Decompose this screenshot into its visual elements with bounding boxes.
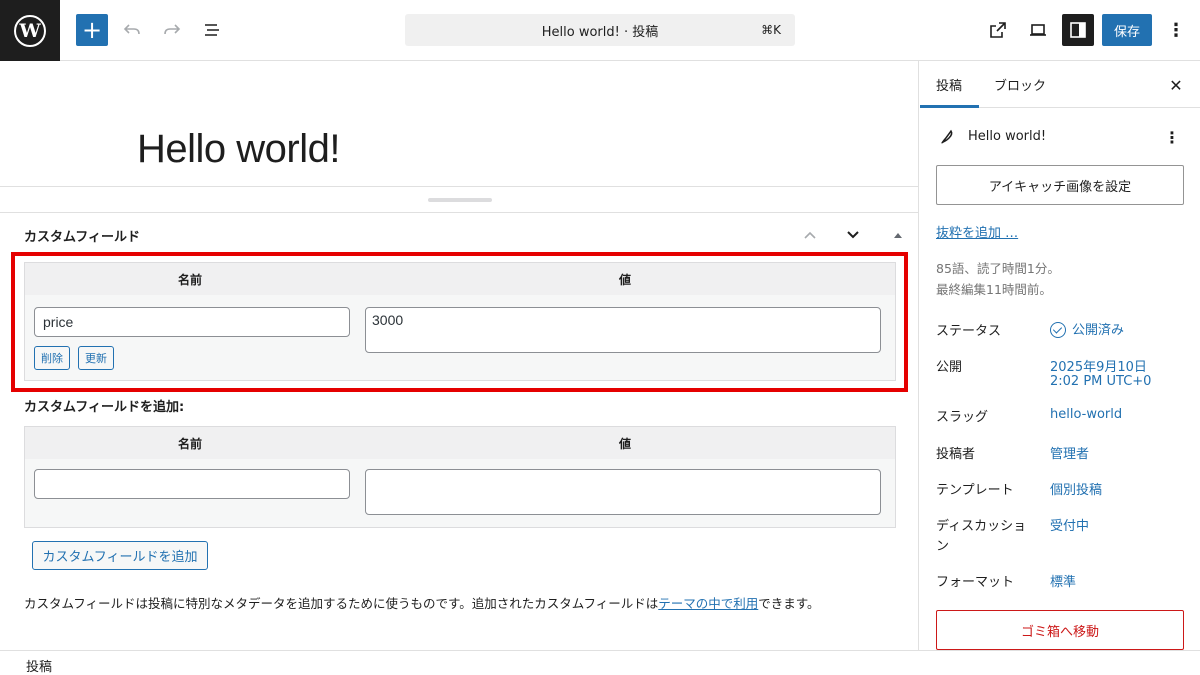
new-meta-key-input[interactable] bbox=[34, 469, 350, 499]
redo-icon bbox=[164, 24, 181, 35]
external-link-icon bbox=[990, 22, 1006, 38]
publish-time-value[interactable]: 2:02 PM UTC+0 bbox=[1050, 374, 1151, 389]
highlight-annotation-box bbox=[11, 252, 908, 392]
options-menu-button[interactable]: ⋮ bbox=[1160, 14, 1192, 46]
status-text: 公開済み bbox=[1072, 323, 1125, 338]
preview-button[interactable] bbox=[1022, 14, 1054, 46]
more-vertical-icon: ⋮ bbox=[1167, 19, 1185, 41]
sidebar-post-title: Hello world! bbox=[968, 129, 1047, 144]
format-label: フォーマット bbox=[936, 575, 1015, 590]
tab-post[interactable]: 投稿 bbox=[936, 75, 962, 94]
settings-sidebar-toggle[interactable] bbox=[1062, 14, 1094, 46]
author-value[interactable]: 管理者 bbox=[1050, 443, 1089, 462]
wordpress-logo-button[interactable]: W bbox=[0, 0, 60, 61]
table-header-row: 名前 値 bbox=[25, 427, 895, 459]
sidebar-tabs: 投稿 ブロック ✕ bbox=[920, 61, 1200, 108]
move-to-trash-button[interactable]: ゴミ箱へ移動 bbox=[936, 610, 1184, 650]
more-vertical-icon: ⋮ bbox=[1164, 127, 1180, 147]
set-featured-image-button[interactable]: アイキャッチ画像を設定 bbox=[936, 165, 1184, 205]
discussion-label: ディスカッショ bbox=[936, 519, 1027, 534]
undo-button[interactable] bbox=[116, 14, 148, 46]
divider bbox=[0, 186, 919, 187]
post-actions-button[interactable]: ⋮ bbox=[1160, 125, 1184, 149]
column-header-name: 名前 bbox=[178, 437, 203, 451]
theme-usage-link[interactable]: テーマの中で利用 bbox=[658, 596, 758, 611]
new-custom-field-table: 名前 値 bbox=[24, 426, 896, 528]
editor-canvas: Hello world! カスタムフィールド 名前 値 price 3000 削… bbox=[0, 61, 919, 650]
add-excerpt-link[interactable]: 抜粋を追加 … bbox=[936, 222, 1018, 241]
status-value[interactable]: 公開済み bbox=[1050, 319, 1124, 339]
meta-box-resize-handle[interactable] bbox=[428, 198, 492, 202]
custom-fields-description: カスタムフィールドは投稿に特別なメタデータを追加するために使うものです。追加され… bbox=[24, 593, 820, 612]
shortcut-hint: ⌘K bbox=[761, 23, 781, 37]
last-edited-info: 最終編集11時間前。 bbox=[936, 282, 1052, 297]
published-check-icon bbox=[1050, 321, 1066, 338]
sidebar-icon bbox=[1070, 22, 1086, 38]
post-title[interactable]: Hello world! bbox=[137, 127, 340, 172]
toggle-panel-button[interactable] bbox=[886, 223, 910, 247]
triangle-up-icon bbox=[894, 233, 902, 238]
close-icon: ✕ bbox=[1169, 75, 1183, 95]
template-value[interactable]: 個別投稿 bbox=[1050, 479, 1102, 498]
add-custom-field-button[interactable]: カスタムフィールドを追加 bbox=[32, 541, 208, 570]
redo-button[interactable] bbox=[156, 14, 188, 46]
move-up-button[interactable] bbox=[798, 223, 822, 247]
description-text: できます。 bbox=[758, 596, 820, 611]
close-sidebar-button[interactable]: ✕ bbox=[1164, 73, 1188, 97]
view-post-button[interactable] bbox=[982, 14, 1014, 46]
author-label: 投稿者 bbox=[936, 447, 976, 462]
active-tab-indicator bbox=[920, 105, 979, 108]
undo-icon bbox=[123, 24, 140, 35]
publish-date-value[interactable]: 2025年9月10日 bbox=[1050, 356, 1147, 375]
tab-block[interactable]: ブロック bbox=[994, 75, 1046, 94]
list-view-icon bbox=[205, 24, 219, 36]
plus-icon: + bbox=[81, 16, 103, 44]
publish-label: 公開 bbox=[936, 360, 963, 375]
word-count-info: 85語、読了時間1分。 bbox=[936, 261, 1060, 276]
save-button[interactable]: 保存 bbox=[1102, 14, 1152, 46]
move-down-button[interactable] bbox=[841, 223, 865, 247]
wordpress-icon: W bbox=[14, 14, 46, 47]
column-header-value: 値 bbox=[619, 437, 632, 451]
custom-fields-heading: カスタムフィールド bbox=[24, 230, 140, 245]
feather-icon bbox=[941, 129, 953, 144]
post-icon bbox=[936, 125, 958, 147]
template-label: テンプレート bbox=[936, 483, 1014, 498]
slug-label: スラッグ bbox=[936, 410, 989, 425]
document-title: Hello world! · 投稿 bbox=[541, 24, 659, 40]
status-label: ステータス bbox=[936, 324, 1002, 339]
discussion-value[interactable]: 受付中 bbox=[1050, 515, 1089, 534]
editor-footer: 投稿 bbox=[0, 650, 1200, 675]
desktop-icon bbox=[1030, 24, 1046, 36]
document-overview-button[interactable] bbox=[196, 14, 228, 46]
divider bbox=[0, 212, 919, 213]
chevron-up-icon bbox=[804, 231, 816, 239]
command-palette-bar[interactable]: Hello world! · 投稿 ⌘K bbox=[405, 14, 795, 46]
block-inserter-button[interactable]: + bbox=[76, 14, 108, 46]
add-custom-field-heading: カスタムフィールドを追加: bbox=[24, 400, 185, 415]
breadcrumb[interactable]: 投稿 bbox=[26, 656, 52, 675]
description-text: カスタムフィールドは投稿に特別なメタデータを追加するために使うものです。追加され… bbox=[24, 596, 659, 611]
new-meta-value-textarea[interactable] bbox=[365, 469, 881, 515]
format-value[interactable]: 標準 bbox=[1050, 571, 1076, 590]
slug-value[interactable]: hello-world bbox=[1050, 407, 1122, 422]
settings-sidebar: 投稿 ブロック ✕ Hello world! ⋮ アイキャッチ画像を設定 抜粋を… bbox=[920, 61, 1200, 650]
editor-top-bar: W + Hello world! · 投稿 ⌘K 保存 ⋮ bbox=[0, 0, 1200, 61]
discussion-label-wrap: ン bbox=[936, 539, 950, 554]
chevron-down-icon bbox=[847, 231, 859, 239]
